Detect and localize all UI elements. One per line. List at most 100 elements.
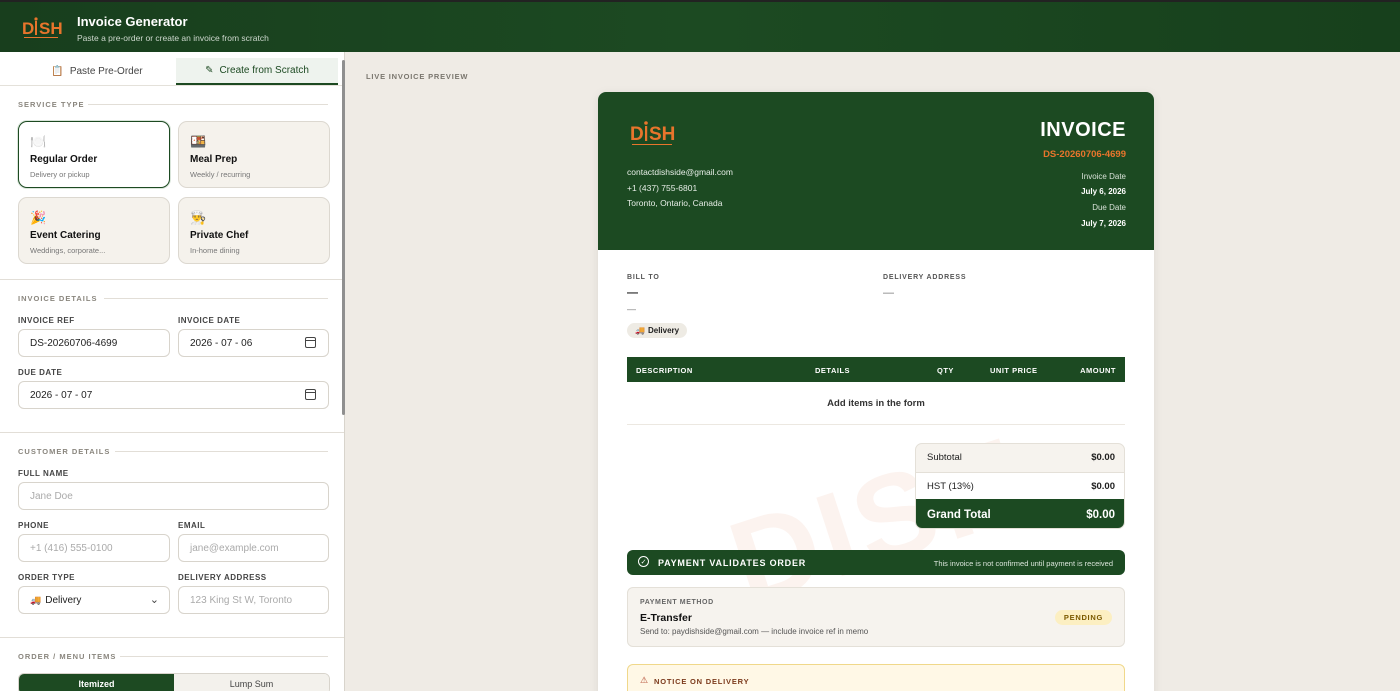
service-desc: Delivery or pickup bbox=[30, 170, 90, 179]
section-rule bbox=[88, 104, 328, 105]
email-placeholder: jane@example.com bbox=[190, 542, 279, 554]
mode-lump-sum-button[interactable]: Lump Sum bbox=[174, 674, 329, 691]
edit-icon: ✎ bbox=[205, 65, 214, 76]
check-circle-icon: ✓ bbox=[638, 556, 649, 567]
invoice-date-input[interactable]: 2026 - 07 - 06 bbox=[178, 329, 329, 357]
grand-total-value: $0.00 bbox=[1086, 509, 1115, 521]
form-panel: 📋 Paste Pre-Order ✎ Create from Scratch … bbox=[0, 52, 345, 691]
order-type-badge: 🚚 Delivery bbox=[627, 323, 688, 338]
section-divider bbox=[0, 637, 344, 638]
section-heading-service-type: SERVICE TYPE bbox=[18, 100, 85, 109]
section-rule bbox=[115, 451, 328, 452]
invoice-ref-input[interactable]: DS-20260706-4699 bbox=[18, 329, 170, 357]
delivery-address-placeholder: 123 King St W, Toronto bbox=[190, 594, 293, 606]
payment-banner-title: PAYMENT VALIDATES ORDER bbox=[658, 558, 807, 568]
col-amount: AMOUNT bbox=[1080, 366, 1116, 375]
grand-total-label: Grand Total bbox=[927, 509, 991, 521]
delivery-address-input[interactable]: 123 King St W, Toronto bbox=[178, 586, 329, 614]
service-name: Regular Order bbox=[30, 154, 98, 165]
order-type-value: Delivery bbox=[45, 594, 82, 606]
phone-input[interactable]: +1 (416) 555-0100 bbox=[18, 534, 170, 562]
tab-paste-pre-order[interactable]: 📋 Paste Pre-Order bbox=[18, 58, 176, 85]
col-description: DESCRIPTION bbox=[636, 366, 693, 375]
items-empty-state: Add items in the form bbox=[627, 382, 1125, 425]
invoice-ref-label: INVOICE REF bbox=[18, 316, 75, 325]
item-mode-toggle: Itemized Lump Sum bbox=[18, 673, 330, 691]
section-rule bbox=[120, 656, 328, 657]
calendar-icon[interactable] bbox=[305, 389, 316, 400]
warning-icon: ⚠ bbox=[640, 675, 649, 685]
full-name-input[interactable]: Jane Doe bbox=[18, 482, 329, 510]
section-heading-customer-details: CUSTOMER DETAILS bbox=[18, 447, 111, 456]
due-date-label: DUE DATE bbox=[18, 368, 63, 377]
phone-label: PHONE bbox=[18, 521, 49, 530]
chevron-down-icon: ⌄ bbox=[149, 594, 159, 606]
invoice-number: DS-20260706-4699 bbox=[1043, 149, 1126, 160]
payment-method-value: E-Transfer bbox=[640, 612, 692, 624]
col-unit-price: UNIT PRICE bbox=[990, 366, 1038, 375]
due-date-value: 2026 - 07 - 07 bbox=[30, 389, 93, 401]
service-option-private-chef[interactable]: 👨‍🍳 Private Chef In-home dining bbox=[178, 197, 330, 264]
subtotal-label: Subtotal bbox=[927, 452, 962, 463]
status-badge: PENDING bbox=[1054, 610, 1112, 625]
subtotal-value: $0.00 bbox=[1091, 452, 1115, 463]
mode-itemized-button[interactable]: Itemized bbox=[19, 674, 174, 691]
items-table-header: DESCRIPTION DETAILS QTY UNIT PRICE AMOUN… bbox=[627, 357, 1125, 382]
mode-tabs: 📋 Paste Pre-Order ✎ Create from Scratch bbox=[0, 52, 344, 86]
section-divider bbox=[0, 432, 344, 433]
payment-banner-note: This invoice is not confirmed until paym… bbox=[933, 559, 1113, 568]
order-type-select[interactable]: 🚚 Delivery ⌄ bbox=[18, 586, 170, 614]
delivery-address-label: DELIVERY ADDRESS bbox=[178, 573, 267, 582]
phone-placeholder: +1 (416) 555-0100 bbox=[30, 542, 113, 554]
delivery-truck-icon: 🚚 bbox=[30, 594, 42, 605]
hst-row: HST (13%) $0.00 bbox=[916, 472, 1124, 499]
subtotal-row: Subtotal $0.00 bbox=[916, 444, 1124, 471]
app-header: D SH Invoice Generator Paste a pre-order… bbox=[0, 0, 1400, 52]
dishside-logo: D SH bbox=[630, 121, 675, 145]
bill-to-sub: — bbox=[627, 304, 636, 314]
due-date-input[interactable]: 2026 - 07 - 07 bbox=[18, 381, 329, 409]
invoice-ref-value: DS-20260706-4699 bbox=[30, 337, 118, 349]
chef-icon: 👨‍🍳 bbox=[190, 210, 207, 225]
service-desc: Weekly / recurring bbox=[190, 170, 251, 179]
svg-text:SH: SH bbox=[649, 124, 675, 145]
company-location: Toronto, Ontario, Canada bbox=[627, 198, 723, 208]
form-scrollbar[interactable] bbox=[342, 60, 345, 415]
app-title: Invoice Generator bbox=[77, 14, 188, 29]
service-name: Meal Prep bbox=[190, 154, 238, 165]
app-subtitle: Paste a pre-order or create an invoice f… bbox=[77, 33, 269, 43]
full-name-placeholder: Jane Doe bbox=[30, 490, 73, 502]
clipboard-icon: 📋 bbox=[51, 66, 64, 77]
invoice-date-label: INVOICE DATE bbox=[178, 316, 241, 325]
calendar-icon[interactable] bbox=[305, 337, 316, 348]
section-heading-invoice-details: INVOICE DETAILS bbox=[18, 294, 98, 303]
payment-banner: ✓ PAYMENT VALIDATES ORDER This invoice i… bbox=[627, 550, 1125, 575]
due-date-value: July 7, 2026 bbox=[1081, 219, 1126, 228]
tab-label: Create from Scratch bbox=[219, 65, 309, 76]
delivery-notice-title: NOTICE ON DELIVERY bbox=[654, 677, 750, 686]
delivery-notice: ⚠ NOTICE ON DELIVERY bbox=[627, 664, 1125, 691]
service-option-meal-prep[interactable]: 🍱 Meal Prep Weekly / recurring bbox=[178, 121, 330, 188]
hst-value: $0.00 bbox=[1091, 481, 1115, 492]
section-rule bbox=[104, 298, 328, 299]
payment-method-label: PAYMENT METHOD bbox=[640, 599, 714, 606]
service-desc: Weddings, corporate... bbox=[30, 246, 106, 255]
svg-text:SH: SH bbox=[39, 19, 62, 38]
invoice-date-label: Invoice Date bbox=[1081, 172, 1126, 181]
invoice-date-value: July 6, 2026 bbox=[1081, 187, 1126, 196]
party-icon: 🎉 bbox=[30, 210, 47, 225]
invoice-preview: D SH INVOICE DS-20260706-4699 Invoice Da… bbox=[598, 92, 1154, 691]
totals-box: Subtotal $0.00 HST (13%) $0.00 Grand Tot… bbox=[915, 443, 1125, 529]
svg-text:D: D bbox=[630, 124, 644, 145]
service-desc: In-home dining bbox=[190, 246, 240, 255]
due-date-label: Due Date bbox=[1092, 203, 1126, 212]
email-input[interactable]: jane@example.com bbox=[178, 534, 329, 562]
service-name: Event Catering bbox=[30, 230, 101, 241]
tab-create-from-scratch[interactable]: ✎ Create from Scratch bbox=[176, 58, 338, 85]
service-name: Private Chef bbox=[190, 230, 249, 241]
hst-label: HST (13%) bbox=[927, 481, 974, 492]
payment-send-to: Send to: paydishside@gmail.com — include… bbox=[640, 627, 869, 636]
service-option-event-catering[interactable]: 🎉 Event Catering Weddings, corporate... bbox=[18, 197, 170, 264]
col-qty: QTY bbox=[937, 366, 954, 375]
service-option-regular-order[interactable]: 🍽️ Regular Order Delivery or pickup bbox=[18, 121, 170, 188]
